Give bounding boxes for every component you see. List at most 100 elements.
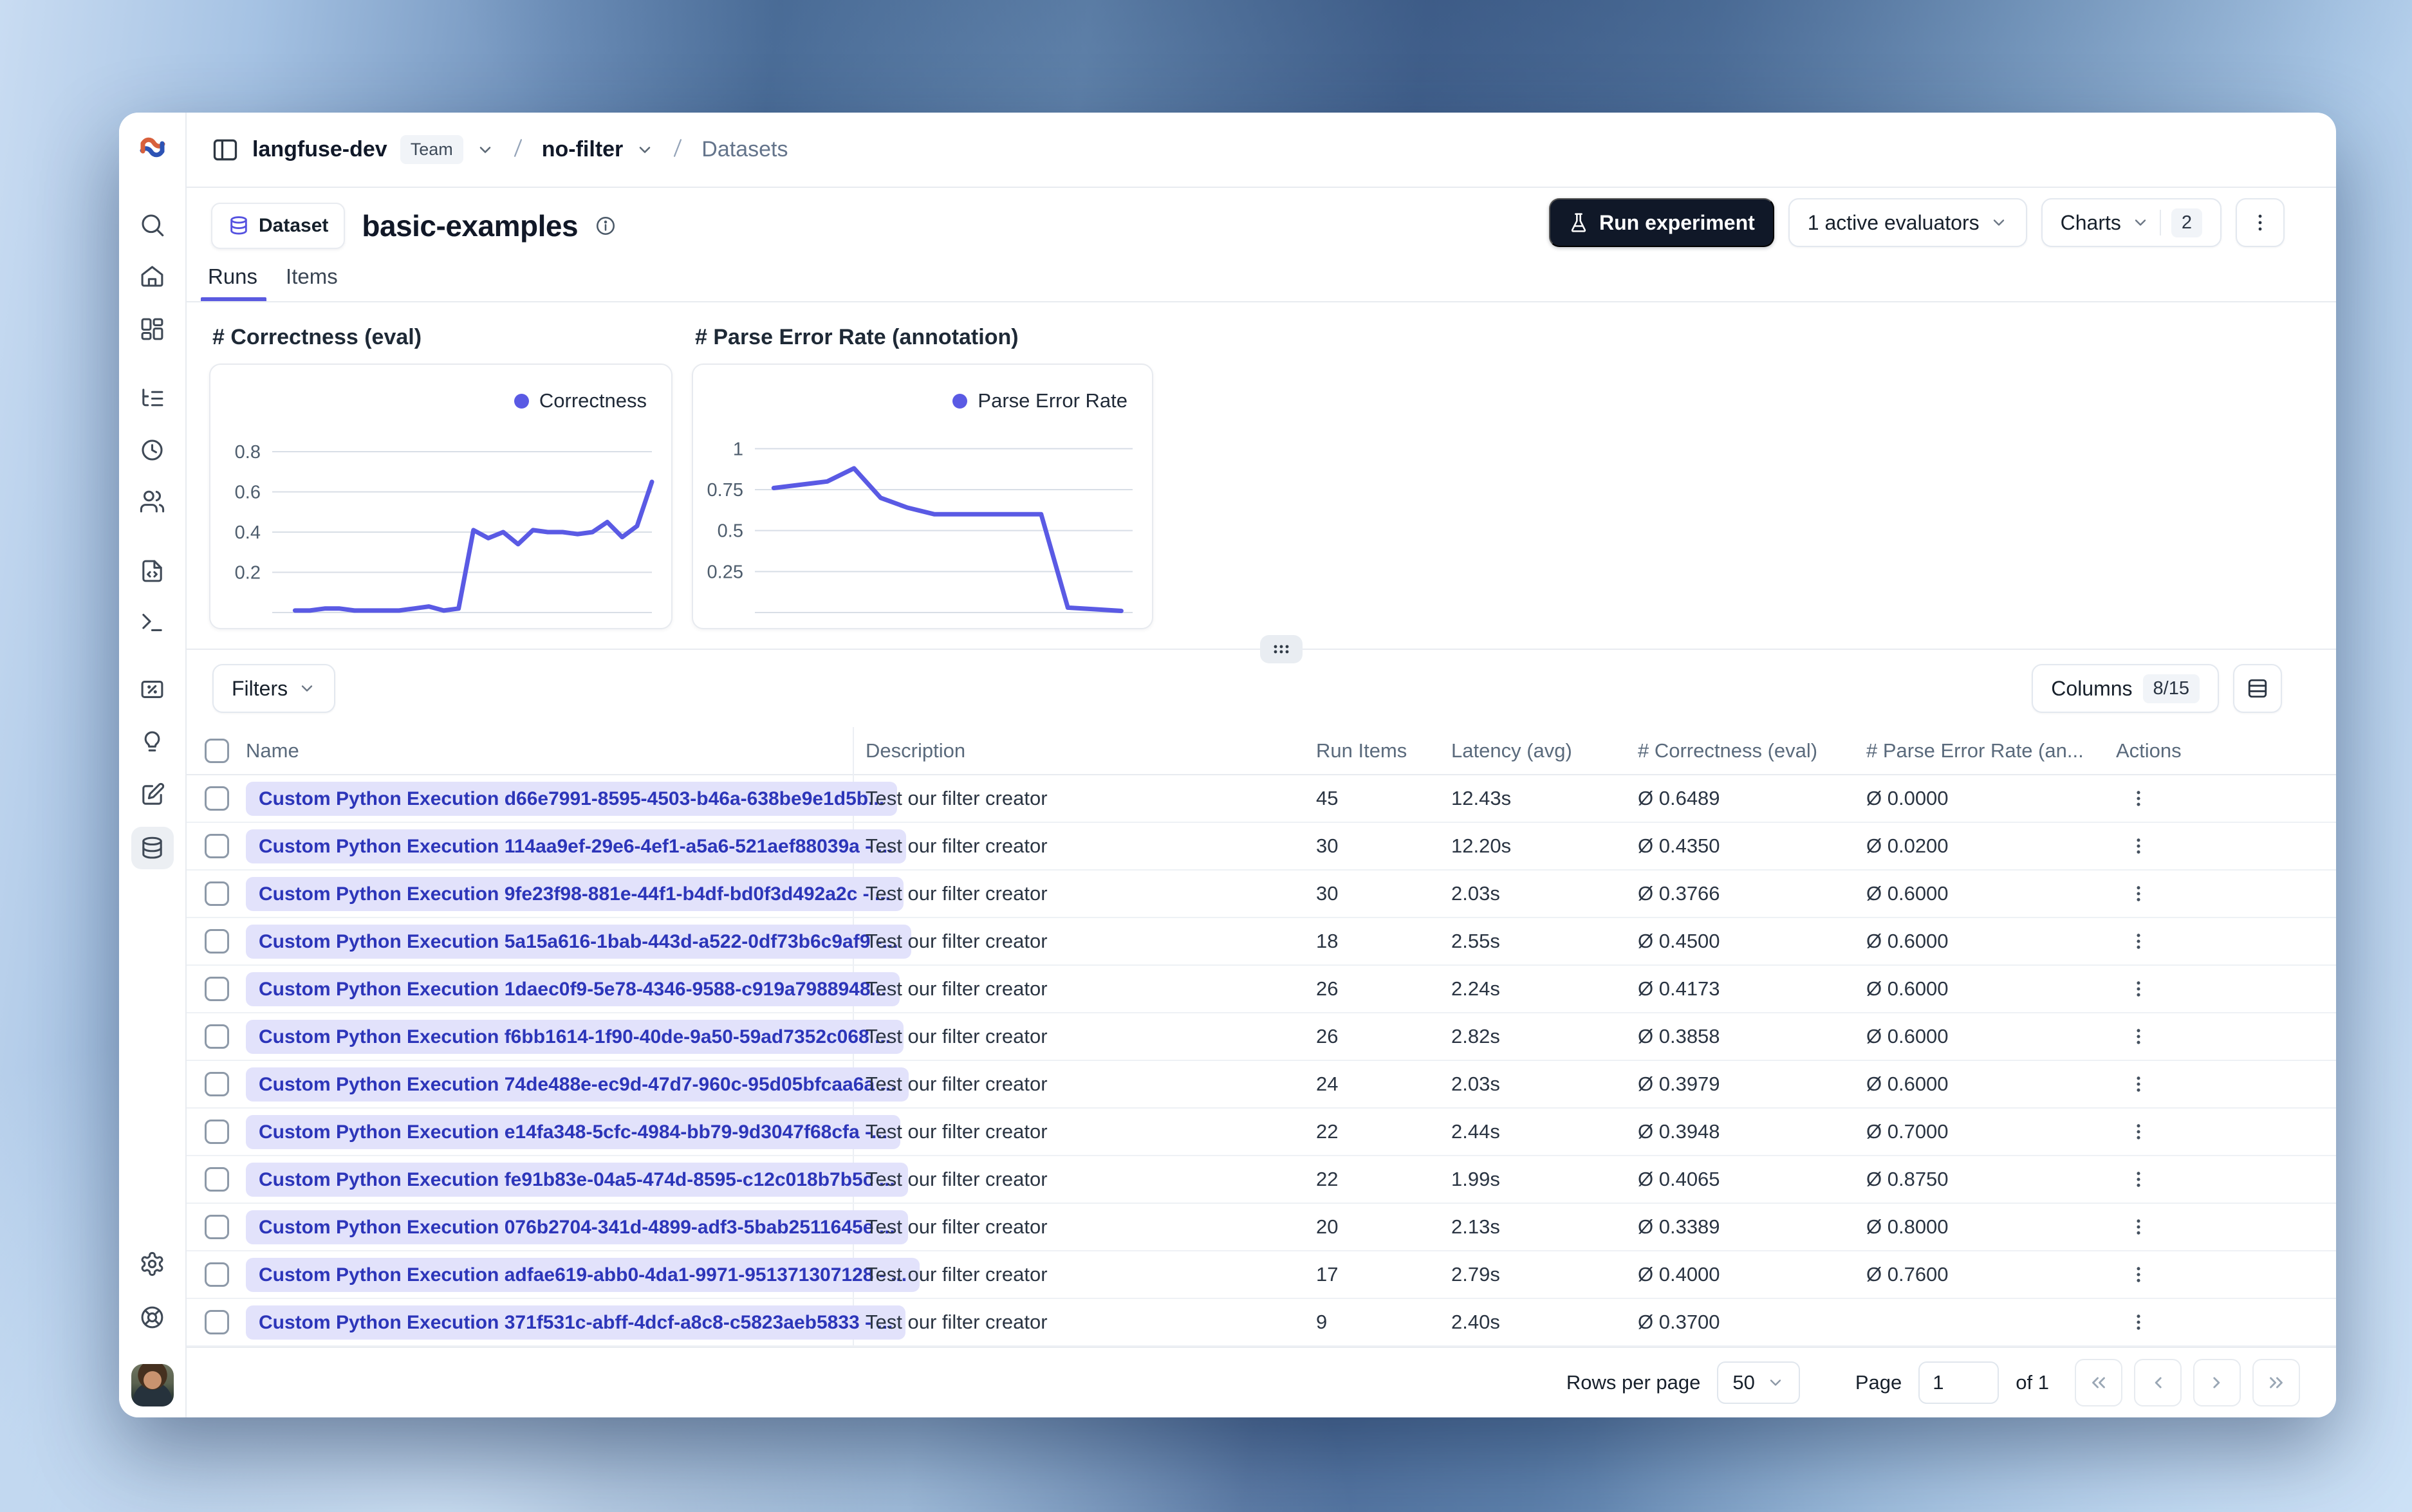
row-actions-button[interactable]: [2128, 788, 2149, 809]
breadcrumb-section[interactable]: Datasets: [701, 137, 788, 162]
lightbulb-icon[interactable]: [131, 721, 174, 763]
table-row[interactable]: Custom Python Execution 1daec0f9-5e78-43…: [187, 966, 2336, 1013]
row-actions-button[interactable]: [2128, 883, 2149, 905]
run-name-link[interactable]: Custom Python Execution 74de488e-ec9d-47…: [246, 1067, 909, 1102]
row-actions-button[interactable]: [2128, 1168, 2149, 1190]
correctness-value: Ø 0.3700: [1638, 1311, 1720, 1333]
first-page-button[interactable]: [2075, 1359, 2122, 1406]
run-name-link[interactable]: Custom Python Execution 076b2704-341d-48…: [246, 1210, 908, 1244]
langfuse-logo-icon[interactable]: [137, 132, 168, 163]
run-items-value: 22: [1316, 1168, 1339, 1190]
table-row[interactable]: Custom Python Execution fe91b83e-04a5-47…: [187, 1156, 2336, 1204]
run-experiment-button[interactable]: Run experiment: [1548, 198, 1774, 247]
rows-per-page-select[interactable]: 50: [1717, 1361, 1800, 1404]
home-icon[interactable]: [131, 255, 174, 297]
table-row[interactable]: Custom Python Execution 371f531c-abff-4d…: [187, 1299, 2336, 1347]
run-name-link[interactable]: Custom Python Execution adfae619-abb0-4d…: [246, 1257, 920, 1292]
run-name-link[interactable]: Custom Python Execution d66e7991-8595-45…: [246, 781, 898, 816]
breadcrumb-org[interactable]: langfuse-dev: [252, 137, 387, 162]
lifebuoy-icon[interactable]: [131, 1296, 174, 1338]
row-actions-button[interactable]: [2128, 930, 2149, 952]
sidebar-toggle-icon[interactable]: [211, 136, 239, 164]
parse-error-rate-value: Ø 0.6000: [1866, 930, 1949, 952]
more-actions-button[interactable]: [2236, 198, 2285, 247]
table-row[interactable]: Custom Python Execution adfae619-abb0-4d…: [187, 1251, 2336, 1299]
run-name-link[interactable]: Custom Python Execution f6bb1614-1f90-40…: [246, 1019, 904, 1054]
terminal-icon[interactable]: [131, 601, 174, 643]
column-header-description[interactable]: Description: [866, 727, 965, 774]
next-page-button[interactable]: [2193, 1359, 2241, 1406]
run-name-link[interactable]: Custom Python Execution 9fe23f98-881e-44…: [246, 876, 904, 911]
gear-icon[interactable]: [131, 1242, 174, 1285]
row-checkbox[interactable]: [205, 786, 229, 811]
evals-icon[interactable]: [131, 668, 174, 710]
row-checkbox[interactable]: [205, 1120, 229, 1144]
row-checkbox[interactable]: [205, 1072, 229, 1096]
table-row[interactable]: Custom Python Execution f6bb1614-1f90-40…: [187, 1013, 2336, 1061]
row-actions-button[interactable]: [2128, 1311, 2149, 1333]
row-checkbox[interactable]: [205, 834, 229, 858]
column-header-latency[interactable]: Latency (avg): [1451, 727, 1572, 774]
run-name-link[interactable]: Custom Python Execution 371f531c-abff-4d…: [246, 1305, 906, 1340]
row-checkbox[interactable]: [205, 1310, 229, 1334]
previous-page-button[interactable]: [2134, 1359, 2182, 1406]
select-all-checkbox[interactable]: [205, 738, 229, 763]
filters-button[interactable]: Filters: [212, 664, 336, 713]
row-actions-button[interactable]: [2128, 1121, 2149, 1143]
info-icon[interactable]: [595, 215, 617, 237]
datasets-icon[interactable]: [131, 827, 174, 869]
table-row[interactable]: Custom Python Execution d66e7991-8595-45…: [187, 775, 2336, 823]
table-row[interactable]: Custom Python Execution 5a15a616-1bab-44…: [187, 918, 2336, 966]
run-name-link[interactable]: Custom Python Execution 114aa9ef-29e6-4e…: [246, 829, 906, 863]
columns-button[interactable]: Columns 8/15: [2032, 664, 2219, 713]
run-items-value: 17: [1316, 1263, 1339, 1286]
page-number-input[interactable]: 1: [1918, 1361, 1999, 1404]
evaluators-dropdown[interactable]: 1 active evaluators: [1788, 198, 2027, 247]
row-actions-button[interactable]: [2128, 1026, 2149, 1047]
row-actions-button[interactable]: [2128, 835, 2149, 857]
row-actions-button[interactable]: [2128, 1216, 2149, 1238]
run-name-link[interactable]: Custom Python Execution fe91b83e-04a5-47…: [246, 1162, 908, 1197]
correctness-chart: 0.2 0.4 0.6 0.8 Correctness: [209, 364, 673, 629]
row-checkbox[interactable]: [205, 1215, 229, 1239]
table-header: Name Description Run Items Latency (avg)…: [187, 727, 2336, 775]
run-name-link[interactable]: Custom Python Execution 1daec0f9-5e78-43…: [246, 972, 900, 1006]
traces-icon[interactable]: [131, 377, 174, 419]
prompts-icon[interactable]: [131, 549, 174, 592]
row-actions-button[interactable]: [2128, 1264, 2149, 1286]
clock-icon[interactable]: [131, 429, 174, 471]
table-row[interactable]: Custom Python Execution 114aa9ef-29e6-4e…: [187, 823, 2336, 871]
chevron-down-icon[interactable]: [476, 141, 494, 159]
annotation-icon[interactable]: [131, 773, 174, 816]
chevron-down-icon[interactable]: [636, 141, 654, 159]
search-icon[interactable]: [131, 203, 174, 246]
resize-handle[interactable]: [1260, 635, 1303, 663]
tab-items[interactable]: Items: [286, 264, 338, 303]
user-avatar[interactable]: [131, 1364, 174, 1406]
column-header-parse-error[interactable]: # Parse Error Rate (an...: [1866, 727, 2084, 774]
table-row[interactable]: Custom Python Execution 74de488e-ec9d-47…: [187, 1061, 2336, 1109]
row-checkbox[interactable]: [205, 977, 229, 1001]
column-header-name[interactable]: Name: [246, 727, 299, 774]
dashboard-icon[interactable]: [131, 308, 174, 350]
table-row[interactable]: Custom Python Execution 9fe23f98-881e-44…: [187, 871, 2336, 918]
row-checkbox[interactable]: [205, 1262, 229, 1287]
users-icon[interactable]: [131, 480, 174, 522]
column-header-correctness[interactable]: # Correctness (eval): [1638, 727, 1817, 774]
column-header-run-items[interactable]: Run Items: [1316, 727, 1407, 774]
breadcrumb-separator: [667, 137, 689, 162]
table-row[interactable]: Custom Python Execution e14fa348-5cfc-49…: [187, 1109, 2336, 1156]
table-row[interactable]: Custom Python Execution 076b2704-341d-48…: [187, 1204, 2336, 1251]
row-checkbox[interactable]: [205, 1024, 229, 1049]
row-actions-button[interactable]: [2128, 978, 2149, 1000]
last-page-button[interactable]: [2252, 1359, 2300, 1406]
charts-dropdown[interactable]: Charts 2: [2041, 198, 2222, 247]
row-checkbox[interactable]: [205, 929, 229, 954]
breadcrumb-project[interactable]: no-filter: [542, 137, 624, 162]
row-actions-button[interactable]: [2128, 1073, 2149, 1095]
run-name-link[interactable]: Custom Python Execution e14fa348-5cfc-49…: [246, 1114, 901, 1149]
row-height-button[interactable]: [2233, 664, 2282, 713]
row-checkbox[interactable]: [205, 1167, 229, 1192]
run-name-link[interactable]: Custom Python Execution 5a15a616-1bab-44…: [246, 924, 911, 959]
row-checkbox[interactable]: [205, 881, 229, 906]
